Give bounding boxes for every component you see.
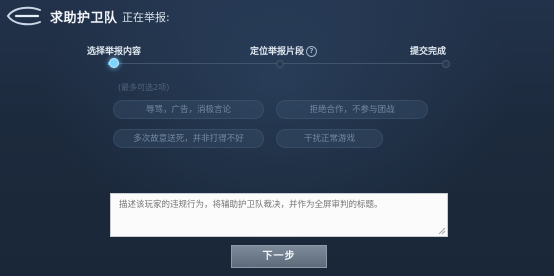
step-locate-segment: 定位举报片段? bbox=[250, 44, 318, 57]
step-dot-locate-segment bbox=[276, 60, 284, 68]
step-label-select-content: 选择举报内容 bbox=[87, 47, 142, 57]
description-input[interactable] bbox=[110, 193, 448, 237]
option-label: 多次故意送死，并非打得不好 bbox=[133, 134, 244, 144]
option-label: 辱骂，广告，消极言论 bbox=[145, 105, 231, 115]
header-bar: 求助护卫队 正在举报: bbox=[0, 0, 554, 36]
option-intentional-feeding[interactable]: 多次故意送死，并非打得不好 bbox=[113, 129, 264, 148]
selection-hint: (最多可选2项) bbox=[118, 83, 170, 92]
step-dot-select-content bbox=[109, 58, 119, 68]
resize-grip-icon[interactable] bbox=[438, 227, 446, 235]
question-circle-icon[interactable]: ? bbox=[306, 46, 318, 57]
step-progress: 选择举报内容 定位举报片段? 提交完成 bbox=[0, 36, 554, 76]
step-dot-submit-done bbox=[442, 60, 450, 68]
step-label-locate-segment: 定位举报片段 bbox=[250, 47, 305, 57]
option-refuse-cooperation[interactable]: 拒绝合作，不参与团战 bbox=[276, 100, 428, 119]
option-label: 干扰正常游戏 bbox=[303, 134, 355, 144]
page-title: 求助护卫队 bbox=[50, 11, 118, 26]
step-label-submit-done: 提交完成 bbox=[410, 47, 447, 57]
report-screen: 求助护卫队 正在举报: 选择举报内容 定位举报片段? 提交完成 (最多可选2项)… bbox=[0, 0, 554, 276]
option-disrupt-game[interactable]: 干扰正常游戏 bbox=[276, 129, 383, 148]
option-abuse-ads[interactable]: 辱骂，广告，消极言论 bbox=[113, 100, 264, 119]
back-arrow-icon[interactable] bbox=[4, 4, 44, 28]
option-label: 拒绝合作，不参与团战 bbox=[309, 105, 395, 115]
reporting-label: 正在举报: bbox=[122, 11, 170, 24]
next-step-button[interactable]: 下一步 bbox=[231, 245, 327, 268]
